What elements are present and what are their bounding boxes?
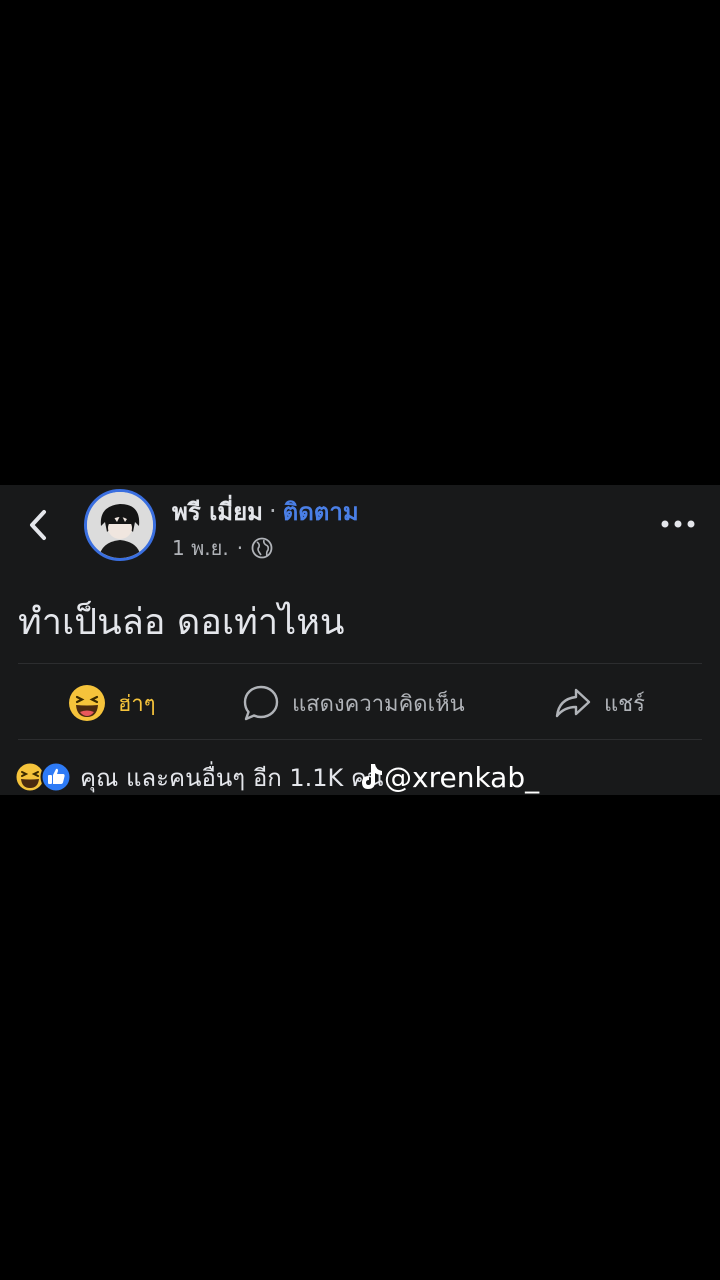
avatar[interactable] <box>84 489 156 561</box>
haha-reaction-button[interactable]: ฮ่าๆ <box>68 673 156 733</box>
author-name[interactable]: พรี เมี่ยม <box>172 492 263 531</box>
tiktok-icon <box>362 764 382 789</box>
follow-button[interactable]: ติดตาม <box>283 492 359 531</box>
reactions-text: คุณ และคนอื่นๆ อีก 1.1K คน <box>80 763 384 792</box>
back-button[interactable] <box>18 505 58 545</box>
haha-icon <box>69 685 105 721</box>
action-bar: ฮ่าๆ แสดงความคิดเห็น แชร์ <box>0 673 720 733</box>
separator-dot: · <box>236 536 244 560</box>
avatar-image <box>87 492 153 558</box>
post-timestamp[interactable]: 1 พ.ย. <box>172 532 229 564</box>
share-label: แชร์ <box>604 691 645 717</box>
share-icon <box>555 688 591 718</box>
reaction-icons <box>14 761 72 793</box>
comment-button[interactable]: แสดงความคิดเห็น <box>242 673 465 733</box>
haha-label: ฮ่าๆ <box>118 691 156 717</box>
more-options-button[interactable] <box>656 509 700 539</box>
post-text: ทำเป็นล่อ ดอเท่าไหน <box>18 602 345 643</box>
share-button[interactable]: แชร์ <box>554 673 645 733</box>
more-dots-icon <box>661 520 695 528</box>
separator-dot: · <box>268 497 277 525</box>
comment-icon <box>243 685 279 721</box>
post-meta: 1 พ.ย. · <box>172 533 273 563</box>
divider <box>18 663 702 664</box>
comment-label: แสดงความคิดเห็น <box>292 691 465 717</box>
watermark-handle: @xrenkab_ <box>384 760 540 794</box>
globe-icon <box>251 537 273 559</box>
like-icon <box>40 761 72 793</box>
divider <box>18 739 702 740</box>
chevron-left-icon <box>30 510 46 540</box>
post-card: พรี เมี่ยม · ติดตาม 1 พ.ย. · ทำเป็นล่อ ด… <box>0 485 720 795</box>
reactions-summary[interactable]: คุณ และคนอื่นๆ อีก 1.1K คน <box>14 759 383 795</box>
tiktok-watermark: @xrenkab_ <box>358 759 539 795</box>
author-row: พรี เมี่ยม · ติดตาม <box>172 495 359 527</box>
